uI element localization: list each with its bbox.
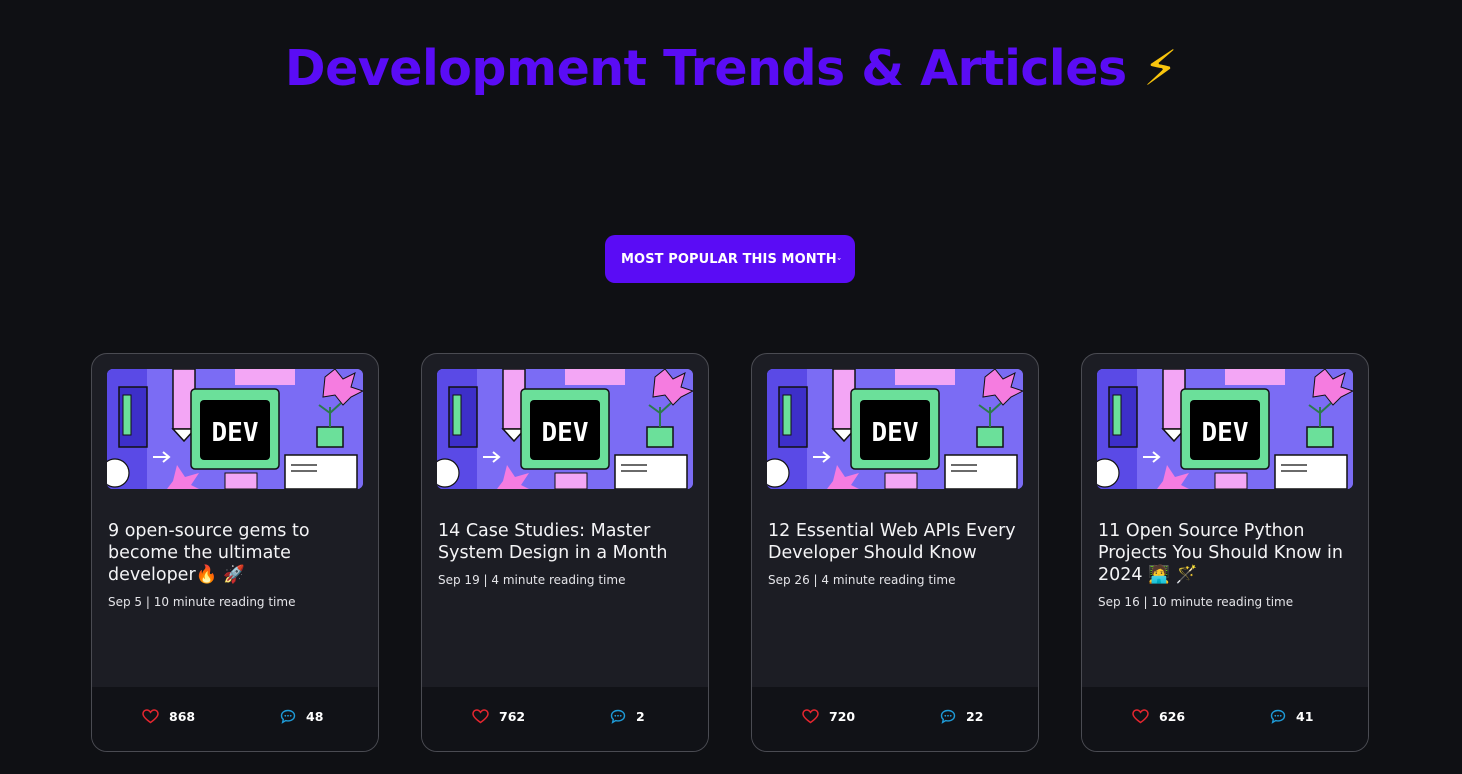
- likes-button[interactable]: 868: [142, 709, 195, 724]
- comments-count: 2: [636, 709, 645, 724]
- article-meta: Sep 26 | 4 minute reading time: [768, 573, 956, 587]
- sort-filter-label: MOST POPULAR THIS MONTH: [621, 251, 837, 267]
- heart-icon: [802, 709, 819, 724]
- chevron-down-icon: [837, 258, 841, 260]
- article-card[interactable]: DEV 12 Essential Web APIs Every Develope…: [751, 353, 1039, 752]
- article-cover-image: DEV: [767, 369, 1023, 489]
- article-meta: Sep 16 | 10 minute reading time: [1098, 595, 1294, 609]
- comments-count: 41: [1296, 709, 1314, 724]
- likes-button[interactable]: 762: [472, 709, 525, 724]
- comments-button[interactable]: 22: [940, 709, 983, 724]
- article-title[interactable]: 12 Essential Web APIs Every Developer Sh…: [768, 520, 1024, 564]
- article-card[interactable]: DEV 9 open-source gems to become the ult…: [91, 353, 379, 752]
- comments-count: 22: [966, 709, 984, 724]
- comments-button[interactable]: 48: [280, 709, 323, 724]
- article-title[interactable]: 14 Case Studies: Master System Design in…: [438, 520, 694, 564]
- article-stats-bar: 868 48: [92, 687, 378, 751]
- likes-count: 720: [829, 709, 856, 724]
- dev-logo-text: DEV: [542, 418, 589, 448]
- article-cover-image: DEV: [1097, 369, 1353, 489]
- comment-icon: [940, 709, 956, 724]
- likes-button[interactable]: 626: [1132, 709, 1185, 724]
- lightning-icon: ⚡: [1143, 40, 1178, 97]
- page-title-text: Development Trends & Articles: [284, 40, 1127, 97]
- sort-filter-select[interactable]: MOST POPULAR THIS MONTH: [605, 235, 855, 283]
- dev-logo-text: DEV: [872, 418, 919, 448]
- article-card[interactable]: DEV 14 Case Studies: Master System Desig…: [421, 353, 709, 752]
- dev-logo-text: DEV: [212, 418, 259, 448]
- article-meta: Sep 19 | 4 minute reading time: [438, 573, 626, 587]
- article-stats-bar: 762 2: [422, 687, 708, 751]
- likes-button[interactable]: 720: [802, 709, 855, 724]
- likes-count: 626: [1159, 709, 1186, 724]
- heart-icon: [472, 709, 489, 724]
- comment-icon: [610, 709, 626, 724]
- article-card[interactable]: DEV 11 Open Source Python Projects You S…: [1081, 353, 1369, 752]
- heart-icon: [1132, 709, 1149, 724]
- article-stats-bar: 720 22: [752, 687, 1038, 751]
- article-stats-bar: 626 41: [1082, 687, 1368, 751]
- dev-logo-text: DEV: [1202, 418, 1249, 448]
- article-cover-image: DEV: [437, 369, 693, 489]
- likes-count: 868: [169, 709, 196, 724]
- dev-cover-illustration: DEV: [107, 369, 363, 489]
- article-meta: Sep 5 | 10 minute reading time: [108, 595, 296, 609]
- likes-count: 762: [499, 709, 526, 724]
- comments-button[interactable]: 2: [610, 709, 645, 724]
- comments-button[interactable]: 41: [1270, 709, 1313, 724]
- dev-cover-illustration: DEV: [767, 369, 1023, 489]
- comment-icon: [280, 709, 296, 724]
- comment-icon: [1270, 709, 1286, 724]
- dev-cover-illustration: DEV: [437, 369, 693, 489]
- article-title[interactable]: 11 Open Source Python Projects You Shoul…: [1098, 520, 1354, 586]
- article-cover-image: DEV: [107, 369, 363, 489]
- comments-count: 48: [306, 709, 324, 724]
- dev-cover-illustration: DEV: [1097, 369, 1353, 489]
- article-title[interactable]: 9 open-source gems to become the ultimat…: [108, 520, 364, 586]
- page-title: Development Trends & Articles ⚡: [0, 38, 1462, 100]
- heart-icon: [142, 709, 159, 724]
